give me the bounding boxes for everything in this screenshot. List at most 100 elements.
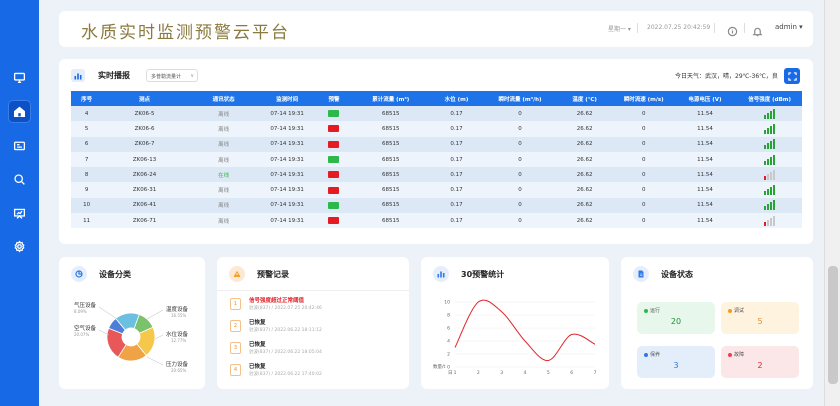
alarm-cell (313, 197, 354, 214)
sidebar-card-button[interactable] (9, 135, 30, 156)
speed-cell: 0 (614, 121, 673, 137)
column-header: 瞬时流量 (m³/h) (485, 91, 555, 106)
bell-icon (752, 27, 763, 37)
pie-leader-line (146, 356, 164, 366)
alert-stats-line-chart: 02468101 2 3 4 5 6 7数量/t日 (433, 300, 597, 377)
scrollbar-thumb[interactable] (828, 266, 838, 384)
status-cell: 离线 (186, 121, 261, 137)
column-header: 瞬时流速 (m/s) (614, 91, 673, 106)
alert-item[interactable]: 1 信号强度超过正常阈值 驻波(837) / 2022.07.25 20:42:46 (230, 296, 380, 316)
time-cell: 07-14 19:31 (260, 151, 314, 168)
device-type-select[interactable]: 多普勒流量计 ∨ (146, 69, 198, 82)
search-icon (14, 174, 25, 185)
sidebar-monitor-button[interactable] (9, 67, 30, 88)
column-header: 累计流量 (m³) (354, 91, 428, 106)
table-row[interactable]: 6 ZK06-7 离线 07-14 19:31 68515 0.17 0 26.62 0 11.5… (71, 136, 802, 152)
divider (637, 23, 638, 33)
flow-cell: 0 (485, 106, 555, 122)
alarm-indicator (328, 217, 340, 225)
status-cell: 在线 (186, 167, 261, 183)
status-cell: 离线 (186, 182, 261, 198)
flow-cell: 0 (485, 197, 555, 214)
alert-item[interactable]: 4 已恢复 驻波(837) / 2022.06.22 17:40:02 (230, 362, 380, 382)
alert-item[interactable]: 2 已恢复 驻波(837) / 2022.06.22 18:11:12 (230, 318, 380, 338)
alert-number: 1 (230, 298, 241, 310)
level-cell: 0.17 (427, 121, 486, 137)
bar-chart-icon (71, 69, 85, 82)
home-icon (13, 106, 26, 118)
temp-cell: 26.62 (554, 151, 615, 168)
signal-cell (737, 213, 802, 229)
status-box[interactable]: 调试 5 (721, 302, 799, 334)
volt-cell: 11.54 (672, 182, 738, 198)
status-dot-icon (644, 352, 648, 357)
y-tick-label: 8 (447, 313, 450, 319)
status-value: 20 (670, 317, 682, 326)
pie-pct-gas: 8.09% (74, 309, 87, 314)
signal-cell (737, 197, 802, 214)
pie-label-gas: 气压设备 (74, 303, 97, 309)
sidebar-presentation-button[interactable] (9, 203, 30, 224)
alert-detail: 驻波(837) / 2022.06.22 17:40:02 (249, 372, 322, 377)
time-cell: 07-14 19:31 (260, 213, 314, 229)
temp-cell: 26.62 (554, 197, 615, 214)
signal-strength-icon (764, 200, 776, 211)
table-row[interactable]: 8 ZK06-24 在线 07-14 19:31 68515 0.17 0 26.62 0 11.… (71, 167, 802, 183)
status-label: 保养 (644, 351, 660, 358)
table-row[interactable]: 4 ZK06-5 离线 07-14 19:31 68515 0.17 0 26.62 0 11.5… (71, 106, 802, 122)
status-box[interactable]: 故障 2 (721, 346, 799, 378)
device-status-title: 设备状态 (661, 270, 693, 279)
alert-item[interactable]: 3 已恢复 驻波(837) / 2022.06.22 18:05:04 (230, 340, 380, 360)
fullscreen-icon (787, 71, 797, 81)
y-tick-label: 4 (447, 339, 450, 345)
table-row[interactable]: 11 ZK06-71 离线 07-14 19:31 68515 0.17 0 26.62 0 11… (71, 213, 802, 229)
point-cell: ZK06-7 (102, 136, 187, 152)
flow-cell: 0 (485, 151, 555, 168)
signal-cell (737, 136, 802, 152)
table-row[interactable]: 9 ZK06-31 离线 07-14 19:31 68515 0.17 0 26.62 0 11.… (71, 182, 802, 198)
sidebar-home-button[interactable] (9, 101, 30, 122)
level-cell: 0.17 (427, 197, 486, 214)
status-box[interactable]: 运行 20 (637, 302, 715, 334)
speed-cell: 0 (614, 197, 673, 214)
alert-number: 2 (230, 320, 241, 332)
weekday-text: 星期一 ▾ (608, 26, 631, 33)
alarm-cell (313, 106, 354, 122)
notification-button[interactable] (752, 22, 763, 37)
point-cell: ZK06-71 (102, 213, 187, 229)
fullscreen-button[interactable] (784, 68, 800, 84)
flow-cell: 0 (485, 182, 555, 198)
temp-cell: 26.62 (554, 121, 615, 137)
x-tick-label: 6 (570, 370, 573, 376)
divider (744, 23, 745, 33)
point-cell: ZK06-13 (102, 151, 187, 168)
point-cell: ZK06-24 (102, 167, 187, 183)
table-row[interactable]: 10 ZK06-41 离线 07-14 19:31 68515 0.17 0 26.62 0 11… (71, 197, 802, 214)
sidebar-settings-button[interactable] (9, 236, 30, 257)
presentation-icon (13, 208, 26, 219)
signal-strength-icon (764, 123, 776, 134)
temp-cell: 26.62 (554, 167, 615, 183)
top-header: 水质实时监测预警云平台 星期一 ▾ 2022.07.25 20:42:59 ad… (59, 11, 813, 47)
signal-cell (737, 167, 802, 183)
flow-cell: 0 (485, 167, 555, 183)
alert-detail: 驻波(837) / 2022.06.22 18:05:04 (249, 350, 322, 355)
monitor-icon (13, 72, 26, 84)
no-cell: 11 (71, 213, 103, 229)
datetime-text: 2022.07.25 20:42:59 (647, 24, 711, 31)
info-button[interactable] (727, 22, 738, 37)
table-row[interactable]: 7 ZK06-13 离线 07-14 19:31 68515 0.17 0 26.62 0 11.… (71, 151, 802, 168)
user-menu[interactable]: admin ▾ (775, 23, 803, 31)
sidebar-search-button[interactable] (9, 169, 30, 190)
table-row[interactable]: 5 ZK06-6 离线 07-14 19:31 68515 0.17 0 26.62 0 11.5… (71, 121, 802, 137)
alarm-indicator (328, 186, 340, 194)
realtime-table: 序号 测点 通讯状态 监测时间 预警 累计流量 (m³) 水位 (m) 瞬时流量 (m³/h)… (71, 91, 802, 229)
level-cell: 0.17 (427, 106, 486, 122)
x-tick-label: 3 (500, 370, 503, 376)
status-value: 2 (757, 361, 763, 370)
page-scrollbar[interactable] (824, 0, 840, 406)
point-cell: ZK06-6 (102, 121, 187, 137)
y-tick-label: 10 (444, 300, 450, 306)
alert-title: 已恢复 (249, 364, 266, 370)
status-box[interactable]: 保养 3 (637, 346, 715, 378)
